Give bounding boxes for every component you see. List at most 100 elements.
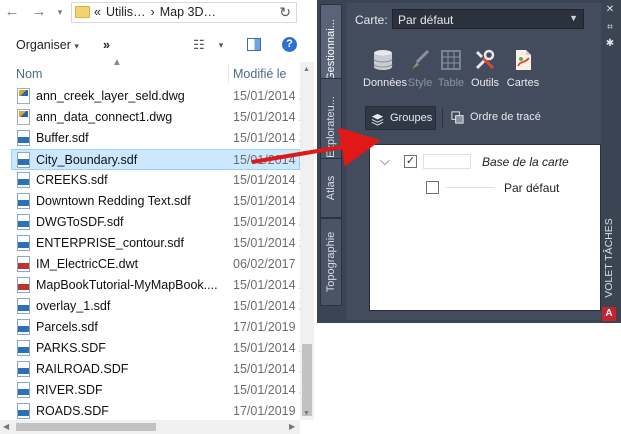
- file-name: Buffer.sdf: [36, 131, 89, 145]
- list-item[interactable]: CREEKS.sdf 15/01/2014 2: [12, 170, 306, 191]
- breadcrumb-item[interactable]: Utilis…: [106, 5, 146, 19]
- organize-button[interactable]: Organiser ▾: [16, 38, 79, 52]
- file-name: CREEKS.sdf: [36, 173, 108, 187]
- list-item[interactable]: ann_data_connect1.dwg 15/01/2014 2: [12, 107, 306, 128]
- file-name: RAILROAD.SDF: [36, 362, 129, 376]
- file-date: 15/01/2014 2: [233, 110, 306, 124]
- file-date: 15/01/2014 2: [233, 299, 306, 313]
- file-date: 15/01/2014 2: [233, 173, 306, 187]
- data-button-label: Données: [363, 77, 408, 89]
- back-arrow-icon[interactable]: ←: [4, 4, 20, 20]
- style-button[interactable]: Style: [405, 45, 435, 95]
- list-item[interactable]: RIVER.SDF 15/01/2014 2: [12, 380, 306, 401]
- data-button[interactable]: Données: [363, 45, 408, 95]
- breadcrumb: « Utilis… › Map 3D…: [94, 5, 221, 19]
- tree-node-label: Par défaut: [504, 181, 560, 195]
- chevron-down-icon: ▼: [569, 13, 578, 23]
- chevron-down-icon[interactable]: ▾: [212, 37, 230, 53]
- map-select[interactable]: Par défaut ▼: [392, 9, 584, 29]
- list-item[interactable]: City_Boundary.sdf 15/01/2014 2: [11, 149, 306, 170]
- tab-groups[interactable]: Groupes: [365, 106, 436, 130]
- breadcrumb-item[interactable]: Map 3D…: [160, 5, 216, 19]
- file-name: ROADS.SDF: [36, 404, 109, 418]
- sort-up-icon: ▲: [112, 57, 122, 68]
- map-label: Carte:: [355, 13, 388, 27]
- dwg-file-icon: [17, 109, 30, 125]
- tree-node-root[interactable]: ⌵ ✓ Base de la carte: [380, 153, 596, 171]
- map-select-value: Par défaut: [398, 13, 454, 27]
- file-name: ENTERPRISE_contour.sdf: [36, 236, 184, 250]
- command-bar: Organiser ▾ » ☷ ▾ ?: [0, 30, 314, 58]
- list-item[interactable]: Buffer.sdf 15/01/2014 2: [12, 128, 306, 149]
- list-item[interactable]: DWGToSDF.sdf 15/01/2014 2: [12, 212, 306, 233]
- folder-icon: [75, 6, 90, 18]
- list-item[interactable]: ann_creek_layer_seld.dwg 15/01/2014 2: [12, 86, 306, 107]
- maps-button[interactable]: Cartes: [504, 45, 542, 95]
- scroll-left-icon[interactable]: ◀: [3, 422, 9, 431]
- palette-frame: Gestionnai... Explorateu... Atlas Topogr…: [317, 0, 621, 323]
- file-date: 17/01/2019 1: [233, 404, 306, 418]
- more-commands-button[interactable]: »: [103, 38, 110, 52]
- sdf-file-icon: [17, 193, 30, 209]
- file-date: 15/01/2014 2: [233, 278, 306, 292]
- tab-label: Atlas: [325, 175, 337, 201]
- options-icon[interactable]: ✱: [604, 38, 616, 49]
- list-item[interactable]: PARKS.SDF 15/01/2014 2: [12, 338, 306, 359]
- file-date: 15/01/2014 2: [233, 153, 306, 167]
- list-item[interactable]: RAILROAD.SDF 15/01/2014 2: [12, 359, 306, 380]
- file-name: RIVER.SDF: [36, 383, 103, 397]
- file-date: 15/01/2014 2: [233, 383, 306, 397]
- tree-node-child[interactable]: Par défaut: [380, 179, 596, 197]
- visibility-checkbox[interactable]: [426, 181, 439, 194]
- pin-icon[interactable]: ⌗: [604, 22, 616, 33]
- table-button-label: Table: [437, 77, 465, 89]
- tools-button-label: Outils: [470, 77, 500, 89]
- vertical-scrollbar[interactable]: ▲ ▼: [300, 62, 314, 420]
- list-item[interactable]: Parcels.sdf 17/01/2019 1: [12, 317, 306, 338]
- scrollbar-thumb[interactable]: [302, 344, 312, 416]
- forward-arrow-icon[interactable]: →: [31, 4, 47, 20]
- list-item[interactable]: Downtown Redding Text.sdf 15/01/2014 2: [12, 191, 306, 212]
- ribbon-toolbar: Données Style Table Outils Cartes: [363, 45, 583, 95]
- map-explorer-content: Carte: Par défaut ▼ Données Style Table …: [347, 3, 601, 320]
- chevron-down-icon[interactable]: ⌵: [380, 153, 390, 169]
- sdf-file-icon: [17, 319, 30, 335]
- list-item[interactable]: overlay_1.sdf 15/01/2014 2: [12, 296, 306, 317]
- horizontal-scrollbar[interactable]: ◀ ▶: [0, 420, 300, 434]
- close-icon[interactable]: ✕: [604, 4, 616, 15]
- file-name: ann_creek_layer_seld.dwg: [36, 89, 185, 103]
- chevron-down-icon: ▾: [74, 41, 79, 51]
- view-options-icon[interactable]: ☷: [190, 37, 208, 53]
- tools-button[interactable]: Outils: [468, 45, 502, 95]
- scroll-down-icon[interactable]: ▼: [303, 410, 310, 417]
- maps-button-label: Cartes: [506, 77, 540, 89]
- breadcrumb-overflow[interactable]: «: [94, 5, 101, 19]
- scroll-right-icon[interactable]: ▶: [289, 422, 295, 431]
- help-icon[interactable]: ?: [282, 37, 300, 53]
- table-button[interactable]: Table: [436, 45, 466, 95]
- modified-column-header[interactable]: Modifié le: [233, 67, 287, 81]
- tab-topographie[interactable]: Topographie: [320, 218, 342, 306]
- scrollbar-thumb[interactable]: [16, 423, 156, 431]
- sdf-file-icon: [17, 403, 30, 419]
- list-item[interactable]: IM_ElectricCE.dwt 06/02/2017 1: [12, 254, 306, 275]
- preview-pane-icon[interactable]: [245, 37, 263, 53]
- tab-atlas[interactable]: Atlas: [320, 158, 342, 218]
- breadcrumb-separator[interactable]: ›: [151, 5, 155, 19]
- address-bar[interactable]: « Utilis… › Map 3D… ↻: [71, 2, 297, 23]
- file-date: 17/01/2019 1: [233, 320, 306, 334]
- list-item[interactable]: ENTERPRISE_contour.sdf 15/01/2014 2: [12, 233, 306, 254]
- list-item[interactable]: ROADS.SDF 17/01/2019 1: [12, 401, 306, 422]
- file-name: Parcels.sdf: [36, 320, 98, 334]
- visibility-checkbox[interactable]: ✓: [404, 155, 417, 168]
- scroll-up-icon[interactable]: ▲: [303, 66, 310, 73]
- group-swatch: [446, 180, 494, 188]
- list-item[interactable]: MapBookTutorial-MyMapBook.... 15/01/2014 …: [12, 275, 306, 296]
- group-swatch: [423, 154, 471, 169]
- file-name: DWGToSDF.sdf: [36, 215, 124, 229]
- refresh-icon[interactable]: ↻: [279, 4, 291, 21]
- tab-draw-order[interactable]: Ordre de tracé: [446, 106, 556, 130]
- chevron-down-icon[interactable]: ▾: [52, 4, 68, 20]
- name-column-header[interactable]: Nom: [16, 67, 42, 81]
- tab-groups-label: Groupes: [390, 112, 433, 124]
